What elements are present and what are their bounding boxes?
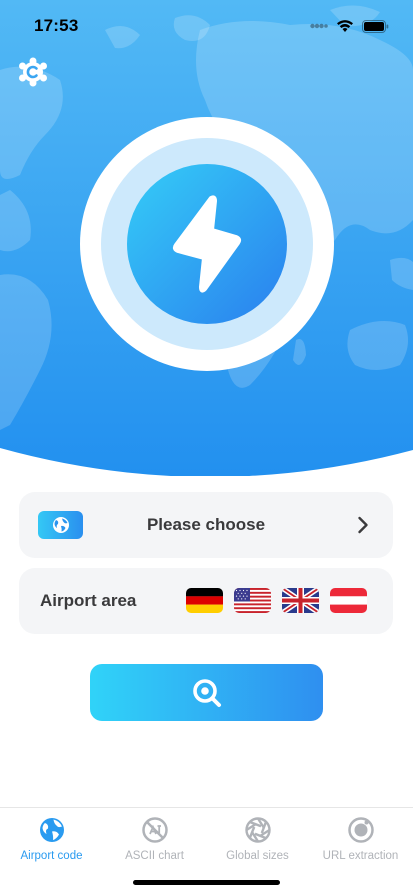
austria-flag[interactable]: [330, 588, 367, 613]
airport-area-label: Airport area: [40, 591, 137, 610]
search-button[interactable]: [90, 664, 323, 721]
germany-flag[interactable]: [186, 588, 223, 613]
wifi-icon: [337, 20, 353, 32]
hero-banner: 17:53: [0, 0, 413, 476]
choose-label: Please choose: [146, 515, 266, 534]
tab-global-sizes[interactable]: Global sizes: [206, 816, 309, 862]
home-indicator: [133, 880, 280, 885]
uk-flag[interactable]: [282, 588, 319, 613]
settings-button[interactable]: [18, 57, 48, 87]
gear-icon: [19, 57, 47, 87]
tab-label: Airport code: [20, 850, 83, 862]
flag-list: [186, 588, 367, 613]
ascii-chart-icon: [141, 817, 168, 843]
status-icons: [310, 19, 389, 33]
search-icon: [192, 678, 221, 707]
usa-flag[interactable]: [234, 588, 271, 613]
tab-label: ASCII chart: [125, 850, 184, 862]
status-bar: 17:53: [0, 0, 413, 52]
status-time: 17:53: [34, 16, 79, 35]
tab-label: URL extraction: [322, 850, 399, 862]
tab-label: Global sizes: [226, 850, 289, 862]
airport-area-row: Airport area: [19, 568, 393, 634]
signal-dots-icon: [310, 23, 328, 29]
tab-url-extraction[interactable]: URL extraction: [309, 816, 412, 862]
country-select-row[interactable]: Please choose: [19, 492, 393, 558]
chevron-right-icon: [358, 516, 368, 534]
connect-button[interactable]: [80, 117, 334, 371]
aperture-icon: [244, 817, 271, 843]
tab-ascii-chart[interactable]: ASCII chart: [103, 816, 206, 862]
lightning-connect-graphic: [80, 117, 334, 371]
url-extraction-icon: [347, 817, 374, 843]
battery-icon: [362, 19, 389, 33]
globe-icon: [39, 818, 64, 842]
tab-airport-code[interactable]: Airport code: [0, 816, 103, 862]
